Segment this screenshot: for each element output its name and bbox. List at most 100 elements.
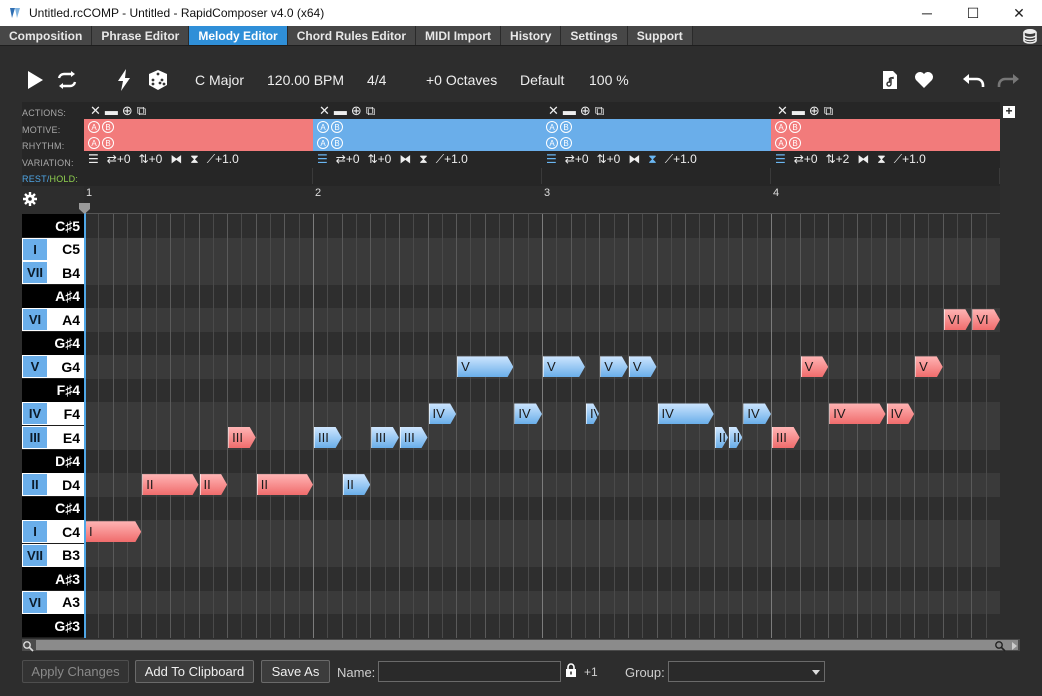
piano-key[interactable]: V G4 [22,355,84,379]
melody-note[interactable]: IV [829,403,885,424]
group-select[interactable] [668,661,825,682]
transpose-control[interactable]: ⇅+2 [826,152,850,166]
piano-key[interactable]: VI A3 [22,590,84,614]
save-as-button[interactable]: Save As [261,660,330,683]
melody-note[interactable]: IV [658,403,714,424]
piano-key[interactable]: I C4 [22,520,84,544]
add-circle-icon[interactable]: ⊕ [809,103,820,119]
copy-icon[interactable]: ⧉ [824,103,833,119]
piano-key[interactable]: VII B4 [22,261,84,285]
redo-icon[interactable] [996,68,1020,92]
piano-key[interactable]: III E4 [22,426,84,449]
minus-icon[interactable]: ▬ [792,103,805,118]
tab-chord-rules-editor[interactable]: Chord Rules Editor [287,26,417,45]
motive-pattern-b[interactable]: B [789,121,801,133]
motive-bar[interactable]: AB [771,119,1000,135]
mirror-icon[interactable]: ⧓ [857,152,869,166]
tab-midi-import[interactable]: MIDI Import [416,26,502,45]
mirror-icon[interactable]: ⧓ [170,152,182,166]
minus-icon[interactable]: ▬ [563,103,576,118]
motive-bar[interactable]: AB [84,119,313,135]
rest-hold-row[interactable] [313,168,542,184]
rhythm-pattern-b[interactable]: B [789,137,801,149]
delete-icon[interactable]: ✕ [90,103,101,119]
gear-icon[interactable] [23,192,37,206]
rhythm-bar[interactable]: AB [542,135,771,151]
rhythm-pattern-b[interactable]: B [331,137,343,149]
copy-icon[interactable]: ⧉ [137,103,146,119]
close-button[interactable]: ✕ [996,0,1042,26]
zoom-in-icon[interactable] [994,639,1006,652]
name-input[interactable] [378,661,561,682]
piano-key[interactable]: C♯4 [22,496,84,520]
melody-note[interactable]: V [457,356,513,377]
mirror-icon[interactable]: ⧓ [628,152,640,166]
maximize-button[interactable]: ☐ [950,0,996,26]
piano-key[interactable]: F♯4 [22,378,84,402]
file-music-icon[interactable] [882,68,898,92]
rhythm-pattern-a[interactable]: A [775,137,787,149]
motive-pattern-a[interactable]: A [775,121,787,133]
hourglass-icon[interactable]: ⧗ [648,152,656,167]
bar-ruler[interactable]: 1 2 3 4 [84,186,1000,214]
copy-icon[interactable]: ⧉ [366,103,375,119]
tempo-display[interactable]: 120.00 BPM [267,68,344,92]
lightning-icon[interactable] [117,68,131,92]
note-grid[interactable]: I II II III II III II III III IV V IV V IV V V IV II II IV I… [84,214,1000,638]
motive-bar[interactable]: AB [313,119,542,135]
shift-control[interactable]: ⇄+0 [794,152,818,166]
shift-control[interactable]: ⇄+0 [336,152,360,166]
zoom-out-icon[interactable] [22,639,34,652]
copy-icon[interactable]: ⧉ [595,103,604,119]
key-selector[interactable]: C Major [195,68,244,92]
tab-settings[interactable]: Settings [561,26,628,45]
add-circle-icon[interactable]: ⊕ [122,103,133,119]
rhythm-bar[interactable]: AB [84,135,313,151]
lock-icon[interactable] [565,663,577,680]
motive-pattern-b[interactable]: B [331,121,343,133]
list-icon[interactable]: ☰ [775,152,786,166]
hourglass-icon[interactable]: ⧗ [190,152,198,167]
tab-phrase-editor[interactable]: Phrase Editor [92,26,190,45]
scrollbar-thumb[interactable] [36,640,1018,650]
motive-bar[interactable]: AB [542,119,771,135]
motive-pattern-a[interactable]: A [317,121,329,133]
preset-selector[interactable]: Default [520,68,564,92]
add-segment-button[interactable]: + [1003,105,1015,118]
minus-icon[interactable]: ▬ [105,103,118,118]
tab-melody-editor[interactable]: Melody Editor [189,26,288,45]
time-signature[interactable]: 4/4 [367,68,386,92]
rhythm-pattern-a[interactable]: A [546,137,558,149]
rest-hold-row[interactable] [771,168,1000,184]
hourglass-icon[interactable]: ⧗ [419,152,427,167]
piano-key[interactable]: I C5 [22,237,84,261]
shift-control[interactable]: ⇄+0 [107,152,131,166]
rate-control[interactable]: ⟋+1.0 [436,152,468,167]
minus-icon[interactable]: ▬ [334,103,347,118]
undo-icon[interactable] [962,68,986,92]
rate-control[interactable]: ⟋+1.0 [207,152,239,167]
rhythm-pattern-b[interactable]: B [102,137,114,149]
delete-icon[interactable]: ✕ [777,103,788,119]
delete-icon[interactable]: ✕ [548,103,559,119]
octave-shift[interactable]: +0 Octaves [426,68,497,92]
piano-key[interactable]: A♯4 [22,284,84,308]
motive-pattern-b[interactable]: B [102,121,114,133]
heart-icon[interactable] [914,68,934,92]
rhythm-pattern-b[interactable]: B [560,137,572,149]
dice-icon[interactable] [147,68,169,92]
rate-control[interactable]: ⟋+1.0 [665,152,697,167]
mirror-icon[interactable]: ⧓ [399,152,411,166]
loop-icon[interactable] [56,68,78,92]
piano-key[interactable]: VI A4 [22,308,84,332]
tab-history[interactable]: History [501,26,562,45]
delete-icon[interactable]: ✕ [319,103,330,119]
piano-key[interactable]: D♯4 [22,449,84,473]
apply-changes-button[interactable]: Apply Changes [22,660,129,683]
list-icon[interactable]: ☰ [88,152,99,166]
piano-key[interactable]: C♯5 [22,214,84,237]
shift-control[interactable]: ⇄+0 [565,152,589,166]
piano-key[interactable]: IV F4 [22,402,84,426]
rhythm-pattern-a[interactable]: A [88,137,100,149]
rhythm-bar[interactable]: AB [313,135,542,151]
